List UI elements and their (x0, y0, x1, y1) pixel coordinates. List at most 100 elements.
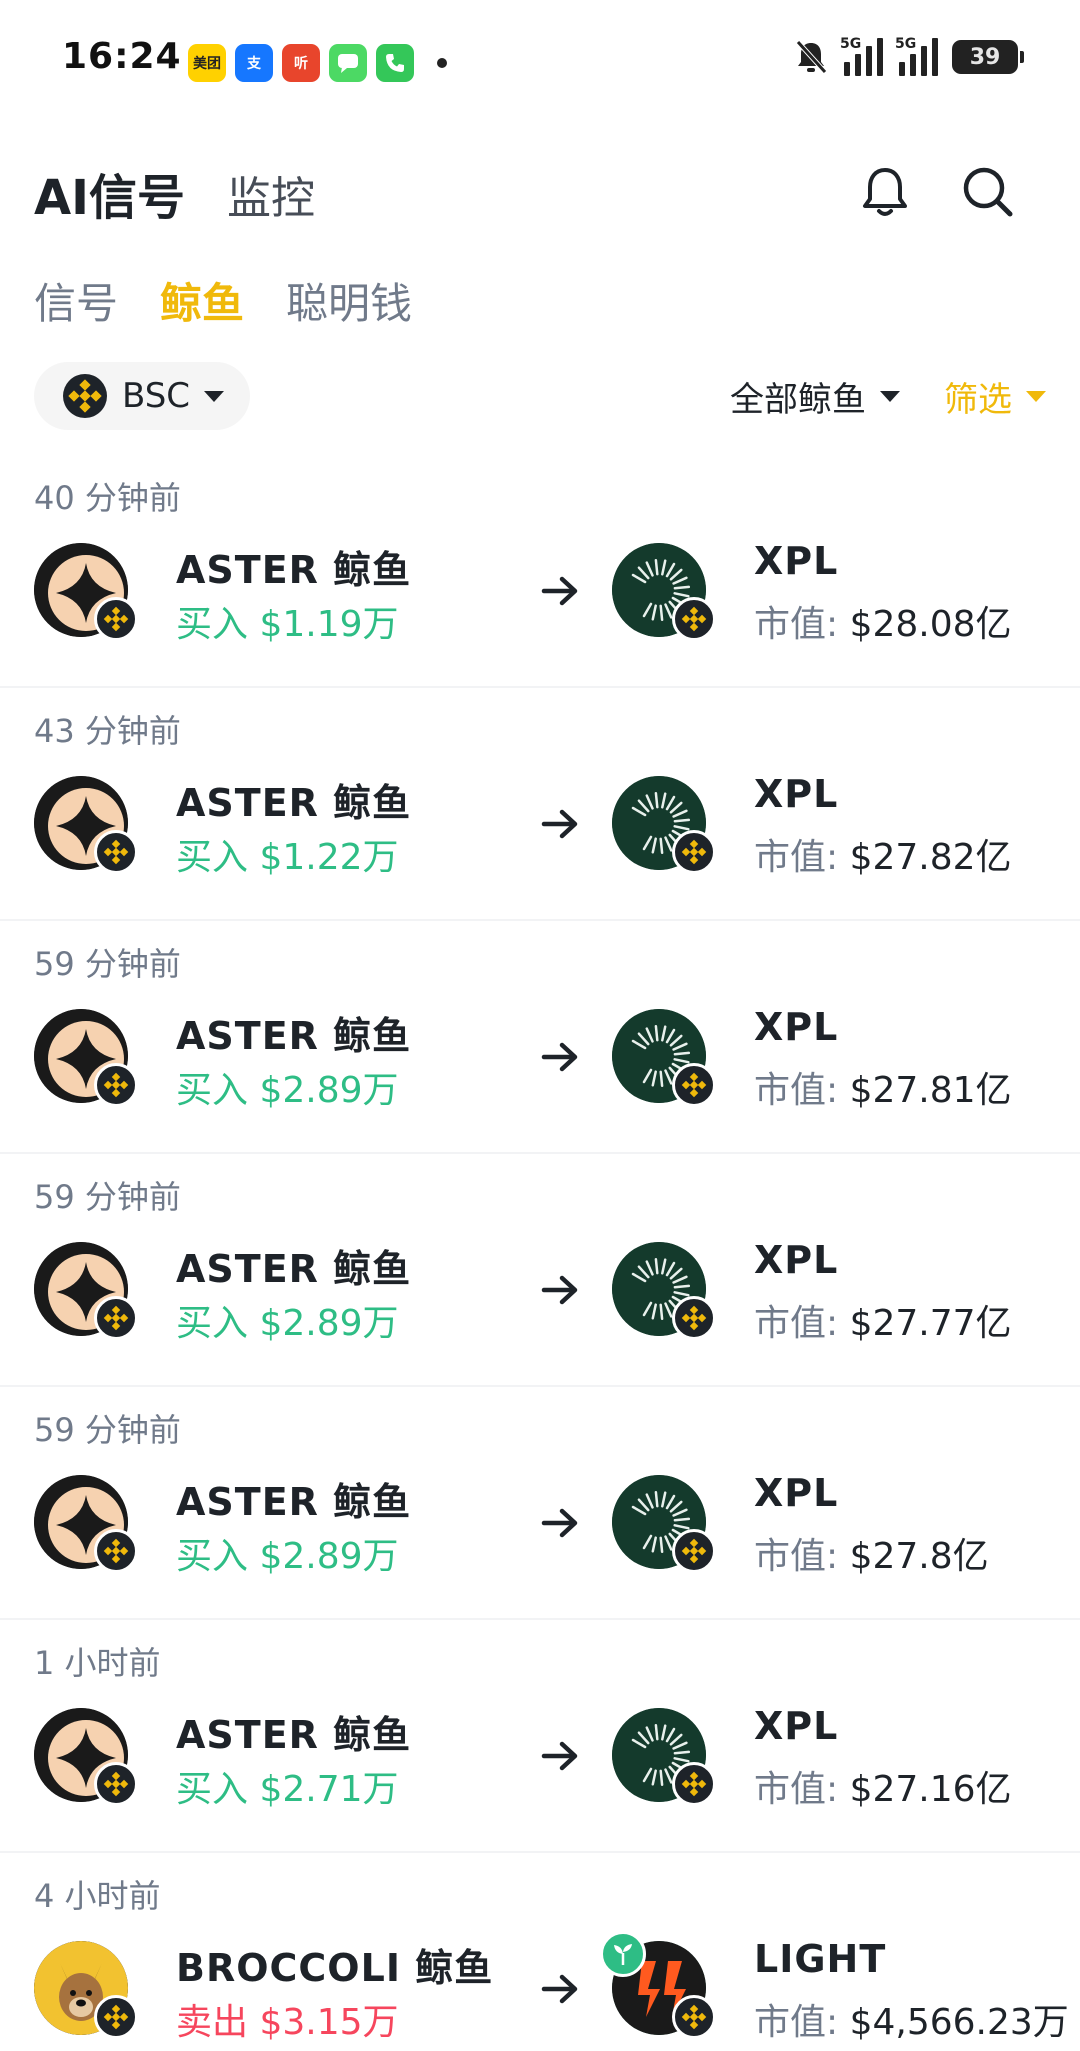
bnb-chain-icon (94, 597, 138, 641)
whale-activity-list: 40 分钟前 ASTER 鲸鱼 买入 $1.19万 XPL 市值: $28.08亿 43 … (0, 455, 1080, 2051)
trade-amount: 买入 $2.71万 (176, 1760, 399, 1812)
token-name: XPL (754, 1005, 839, 1049)
token-name: XPL (754, 772, 839, 816)
trade-action: 买入 (176, 837, 249, 878)
token-name: LIGHT (754, 1937, 887, 1981)
market-cap: 市值: $28.08亿 (754, 595, 1012, 647)
bnb-chain-icon (672, 597, 716, 641)
subtab-1[interactable]: 鲸鱼 (160, 270, 244, 331)
time-ago: 59 分钟前 (34, 1411, 181, 1449)
market-cap-value: $27.8亿 (849, 1536, 989, 1577)
whale-name: ASTER 鲸鱼 (176, 1480, 412, 1524)
bnb-chain-icon (94, 1762, 138, 1806)
market-cap: 市值: $4,566.23万 (754, 1993, 1069, 2045)
market-cap-label: 市值: (754, 1769, 839, 1810)
trade-action: 买入 (176, 1070, 249, 1111)
arrow-right-icon (541, 1042, 578, 1072)
market-cap-label: 市值: (754, 1070, 839, 1111)
bnb-chain-icon (63, 374, 107, 418)
trade-action: 买入 (176, 1303, 249, 1344)
whale-name: ASTER 鲸鱼 (176, 781, 412, 825)
market-cap-label: 市值: (754, 1303, 839, 1344)
time-ago: 4 小时前 (34, 1877, 161, 1915)
chain-label: BSC (122, 376, 191, 416)
token-name: XPL (754, 1471, 839, 1515)
trade-value: $3.15万 (259, 2002, 399, 2043)
battery-level: 39 (969, 44, 1001, 70)
trade-action: 卖出 (176, 2002, 249, 2043)
list-item[interactable]: 43 分钟前 ASTER 鲸鱼 买入 $1.22万 XPL 市值: $27.82亿 (0, 688, 1080, 921)
market-cap: 市值: $27.81亿 (754, 1061, 1012, 1113)
trade-value: $1.22万 (259, 837, 399, 878)
bnb-chain-icon (94, 1995, 138, 2039)
bell-icon[interactable] (855, 162, 915, 222)
time-ago: 59 分钟前 (34, 1178, 181, 1216)
trade-value: $2.89万 (259, 1303, 399, 1344)
chain-selector[interactable]: BSC (34, 362, 250, 430)
trade-action: 买入 (176, 1769, 249, 1810)
trade-amount: 买入 $2.89万 (176, 1527, 399, 1579)
arrow-right-icon (541, 809, 578, 839)
time-ago: 40 分钟前 (34, 479, 181, 517)
filter-button[interactable]: 筛选 (944, 372, 1012, 421)
filter-controls: 全部鲸鱼 筛选 (730, 372, 1046, 421)
market-cap-value: $27.82亿 (849, 837, 1012, 878)
whale-name: ASTER 鲸鱼 (176, 1014, 412, 1058)
page-header: AI信号 监控 (0, 140, 1080, 230)
market-cap: 市值: $27.8亿 (754, 1527, 989, 1579)
bnb-chain-icon (94, 1529, 138, 1573)
notification-app-icons: 美团支听 (188, 44, 447, 82)
trade-action: 买入 (176, 1536, 249, 1577)
ting-app-icon: 听 (282, 44, 320, 82)
token-name: XPL (754, 1704, 839, 1748)
whale-name: BROCCOLI 鲸鱼 (176, 1946, 494, 1990)
trade-amount: 卖出 $3.15万 (176, 1993, 399, 2045)
market-cap-value: $27.81亿 (849, 1070, 1012, 1111)
token-name: XPL (754, 1238, 839, 1282)
market-cap-label: 市值: (754, 1536, 839, 1577)
bnb-chain-icon (672, 1529, 716, 1573)
bnb-chain-icon (94, 1296, 138, 1340)
trade-amount: 买入 $2.89万 (176, 1294, 399, 1346)
arrow-right-icon (541, 1974, 578, 2004)
trade-value: $2.89万 (259, 1536, 399, 1577)
tab-monitor[interactable]: 监控 (227, 162, 315, 226)
list-item[interactable]: 4 小时前 BROCCOLI 鲸鱼 卖出 $3.15万 LIGHT 市值: $4,566… (0, 1853, 1080, 2051)
market-cap-value: $28.08亿 (849, 604, 1012, 645)
tab-ai-signal[interactable]: AI信号 (34, 158, 185, 228)
trade-value: $2.71万 (259, 1769, 399, 1810)
subtab-0[interactable]: 信号 (34, 270, 118, 331)
market-cap: 市值: $27.16亿 (754, 1760, 1012, 1812)
bnb-chain-icon (672, 830, 716, 874)
list-item[interactable]: 59 分钟前 ASTER 鲸鱼 买入 $2.89万 XPL 市值: $27.77亿 (0, 1154, 1080, 1387)
alipay-app-icon: 支 (235, 44, 273, 82)
market-cap-value: $27.77亿 (849, 1303, 1012, 1344)
arrow-right-icon (541, 576, 578, 606)
bnb-chain-icon (94, 1063, 138, 1107)
chevron-down-icon (880, 391, 900, 402)
list-item[interactable]: 59 分钟前 ASTER 鲸鱼 买入 $2.89万 XPL 市值: $27.8亿 (0, 1387, 1080, 1620)
list-item[interactable]: 40 分钟前 ASTER 鲸鱼 买入 $1.19万 XPL 市值: $28.08亿 (0, 455, 1080, 688)
trade-amount: 买入 $1.22万 (176, 828, 399, 880)
messages-app-icon (329, 44, 367, 82)
market-cap: 市值: $27.82亿 (754, 828, 1012, 880)
arrow-right-icon (541, 1275, 578, 1305)
meituan-app-icon: 美团 (188, 44, 226, 82)
whale-name: ASTER 鲸鱼 (176, 548, 412, 592)
subtab-2[interactable]: 聪明钱 (286, 270, 412, 331)
search-icon[interactable] (958, 162, 1018, 222)
bnb-chain-icon (672, 1762, 716, 1806)
market-cap-label: 市值: (754, 837, 839, 878)
trade-amount: 买入 $2.89万 (176, 1061, 399, 1113)
market-cap-label: 市值: (754, 2002, 839, 2043)
trade-action: 买入 (176, 604, 249, 645)
trade-amount: 买入 $1.19万 (176, 595, 399, 647)
bnb-chain-icon (672, 1063, 716, 1107)
list-item[interactable]: 59 分钟前 ASTER 鲸鱼 买入 $2.89万 XPL 市值: $27.81亿 (0, 921, 1080, 1154)
list-item[interactable]: 1 小时前 ASTER 鲸鱼 买入 $2.71万 XPL 市值: $27.16亿 (0, 1620, 1080, 1853)
bnb-chain-icon (94, 830, 138, 874)
whale-filter-dropdown[interactable]: 全部鲸鱼 (730, 372, 866, 421)
status-indicators: 5G 5G 39 (794, 36, 1024, 76)
token-name: XPL (754, 539, 839, 583)
whale-name: ASTER 鲸鱼 (176, 1713, 412, 1757)
